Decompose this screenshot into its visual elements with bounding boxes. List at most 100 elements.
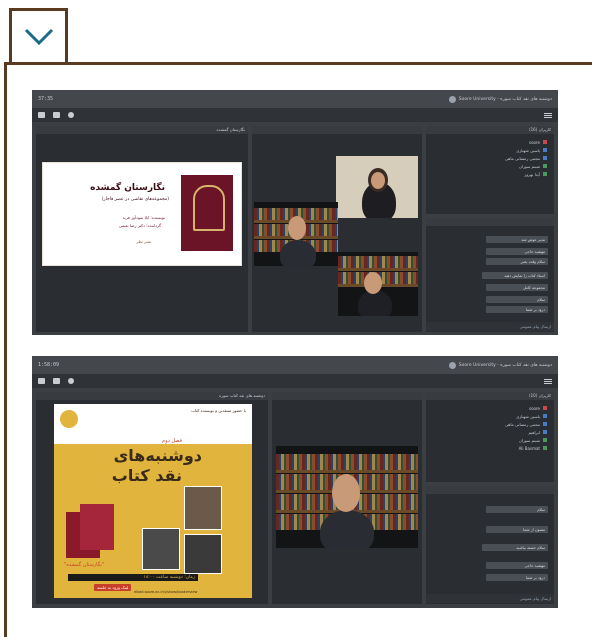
presentation-pane: دوشنبه های نقد کتاب سوره با حضور منتقدین… — [36, 392, 268, 604]
users-pane: کاربران (10) soore یاسین شهبازی مجتبی رم… — [426, 392, 554, 482]
presentation-slide: با حضور منتقدین و نویسنده کتاب فصل دوم د… — [54, 404, 252, 598]
video-pane — [272, 392, 422, 604]
meeting-screenshot-1: 37:35 دوشنبه های نقد کتاب سوره - Soore U… — [32, 90, 558, 335]
list-item[interactable]: soore — [440, 138, 550, 146]
speaker-photo — [184, 486, 222, 530]
users-header: کاربران (16) — [426, 126, 554, 134]
list-item[interactable]: یاسین شهبازی — [440, 146, 550, 154]
screen-share-icon[interactable] — [53, 378, 60, 384]
avatar-icon — [448, 361, 456, 369]
speaker-photo — [184, 534, 222, 574]
presentation-pane: نگارستان گمشده نگارستان گمشده (مجموعه‌ها… — [36, 126, 248, 332]
screen-share-icon[interactable] — [53, 112, 60, 118]
poster-season: فصل دوم — [162, 438, 182, 444]
accordion-toggle-button[interactable] — [9, 8, 68, 62]
list-item[interactable]: آیدا بهروز — [440, 170, 550, 178]
chat-message: مهشید حاجی — [486, 248, 548, 255]
audio-icon[interactable] — [38, 378, 45, 384]
meeting-title: دوشنبه های نقد کتاب سوره - Soore Univers… — [448, 361, 552, 369]
video-tile-participant-3[interactable] — [338, 252, 418, 316]
meeting-timer: 37:35 — [38, 96, 54, 102]
poster-headline-2: نقد کتاب — [111, 466, 182, 485]
presentation-slide: نگارستان گمشده (مجموعه‌های نقاشی در عصر … — [42, 162, 242, 266]
user-status-icon — [543, 446, 547, 450]
chat-pane: مدیر عوض شد مهشید حاجی سلام وقت بخیر است… — [426, 218, 554, 332]
chat-message: سلام — [486, 296, 548, 303]
slide-line-2: گرداننده: دکتر رضا نعیمی — [118, 223, 161, 228]
chat-message: سلام خسته نباشید — [482, 544, 548, 551]
users-list: soore یاسین شهبازی مجتبی رمضانی ماهی شبن… — [440, 138, 550, 178]
presentation-header: دوشنبه های نقد کتاب سوره — [36, 392, 268, 400]
list-item[interactable]: شبنم سوران — [440, 162, 550, 170]
list-item[interactable]: مجتبی رمضانی ماهی — [440, 420, 550, 428]
book-cover-image — [181, 175, 233, 251]
list-item[interactable]: یاسین شهبازی — [440, 412, 550, 420]
chat-pane: سلام ممنون از شما سلام خسته نباشید مهشید… — [426, 486, 554, 604]
video-tile-participant-1[interactable] — [276, 446, 418, 548]
poster-cta: لینک ورود به جلسه — [94, 584, 132, 591]
slide-line-3: نشر نظر — [136, 239, 151, 244]
user-status-icon — [543, 172, 547, 176]
list-item[interactable]: ابراهیم — [440, 428, 550, 436]
chat-message: استاد کتاب را نمایش دهید — [482, 272, 548, 279]
chat-input[interactable]: ارسال پیام عمومی — [426, 594, 554, 603]
poster-schedule: زمان: دوشنبه ساعت ۱۸:۰۰ — [68, 574, 198, 581]
avatar-icon — [448, 95, 456, 103]
video-tile-participant-1[interactable] — [336, 156, 418, 218]
speaker-photo — [142, 528, 180, 570]
slide-subtitle: (مجموعه‌های نقاشی در عصر قاجار) — [101, 197, 169, 202]
list-item[interactable]: شبنم سوران — [440, 436, 550, 444]
chat-message: درود بر شما — [486, 574, 548, 581]
book-cover-image — [80, 504, 114, 550]
users-header: کاربران (10) — [426, 392, 554, 400]
menu-icon[interactable] — [544, 112, 552, 118]
chat-input[interactable]: ارسال پیام عمومی — [426, 322, 554, 331]
meeting-title-text: دوشنبه های نقد کتاب سوره - Soore Univers… — [458, 96, 552, 102]
poster-url: elkad.soore.ac.ir/s/show/bookreview — [134, 590, 198, 594]
chat-message: درود بر شما — [486, 306, 548, 313]
chat-message: مدیر عوض شد — [486, 236, 548, 243]
slide-title: نگارستان گمشده — [90, 183, 165, 193]
chat-message: سلام — [486, 506, 548, 513]
raise-hand-icon[interactable] — [68, 378, 74, 384]
chat-header — [426, 486, 554, 494]
presentation-header: نگارستان گمشده — [36, 126, 248, 134]
meeting-topbar: 37:35 دوشنبه های نقد کتاب سوره - Soore U… — [32, 90, 558, 108]
video-pane — [252, 126, 422, 332]
user-status-icon — [543, 164, 547, 168]
list-item[interactable]: Ali Basmat — [440, 444, 550, 452]
slide-line-1: نویسنده: ایلا سودآور فربد — [122, 215, 165, 220]
chat-header — [426, 218, 554, 226]
raise-hand-icon[interactable] — [68, 112, 74, 118]
user-status-icon — [543, 406, 547, 410]
video-pane-header — [272, 392, 422, 400]
poster-book-title: "نگارستان گمشده" — [64, 562, 105, 568]
user-status-icon — [543, 148, 547, 152]
video-pane-header — [252, 126, 422, 134]
meeting-title-text: دوشنبه های نقد کتاب سوره - Soore Univers… — [458, 362, 552, 368]
poster-headline-1: دوشنبه‌های — [113, 446, 202, 465]
user-status-icon — [543, 422, 547, 426]
users-list: soore یاسین شهبازی مجتبی رمضانی ماهی ابر… — [440, 404, 550, 452]
meeting-title: دوشنبه های نقد کتاب سوره - Soore Univers… — [448, 95, 552, 103]
meeting-toolbar — [32, 108, 558, 122]
user-status-icon — [543, 140, 547, 144]
menu-icon[interactable] — [544, 378, 552, 384]
user-status-icon — [543, 430, 547, 434]
meeting-topbar: 1:58:09 دوشنبه های نقد کتاب سوره - Soore… — [32, 356, 558, 374]
chat-message: مهشید حاجی — [486, 562, 548, 569]
chat-message: ممنون از شما — [486, 526, 548, 533]
user-status-icon — [543, 156, 547, 160]
chat-message: سلام وقت بخیر — [486, 258, 548, 265]
chevron-down-icon — [24, 28, 53, 45]
video-tile-participant-2[interactable] — [254, 202, 338, 266]
user-status-icon — [543, 438, 547, 442]
user-status-icon — [543, 414, 547, 418]
list-item[interactable]: soore — [440, 404, 550, 412]
audio-icon[interactable] — [38, 112, 45, 118]
list-item[interactable]: مجتبی رمضانی ماهی — [440, 154, 550, 162]
poster-top-note: با حضور منتقدین و نویسنده کتاب — [191, 408, 246, 413]
chat-message: مجموعه کامل — [486, 284, 548, 291]
meeting-timer: 1:58:09 — [38, 362, 60, 368]
meeting-toolbar — [32, 374, 558, 388]
